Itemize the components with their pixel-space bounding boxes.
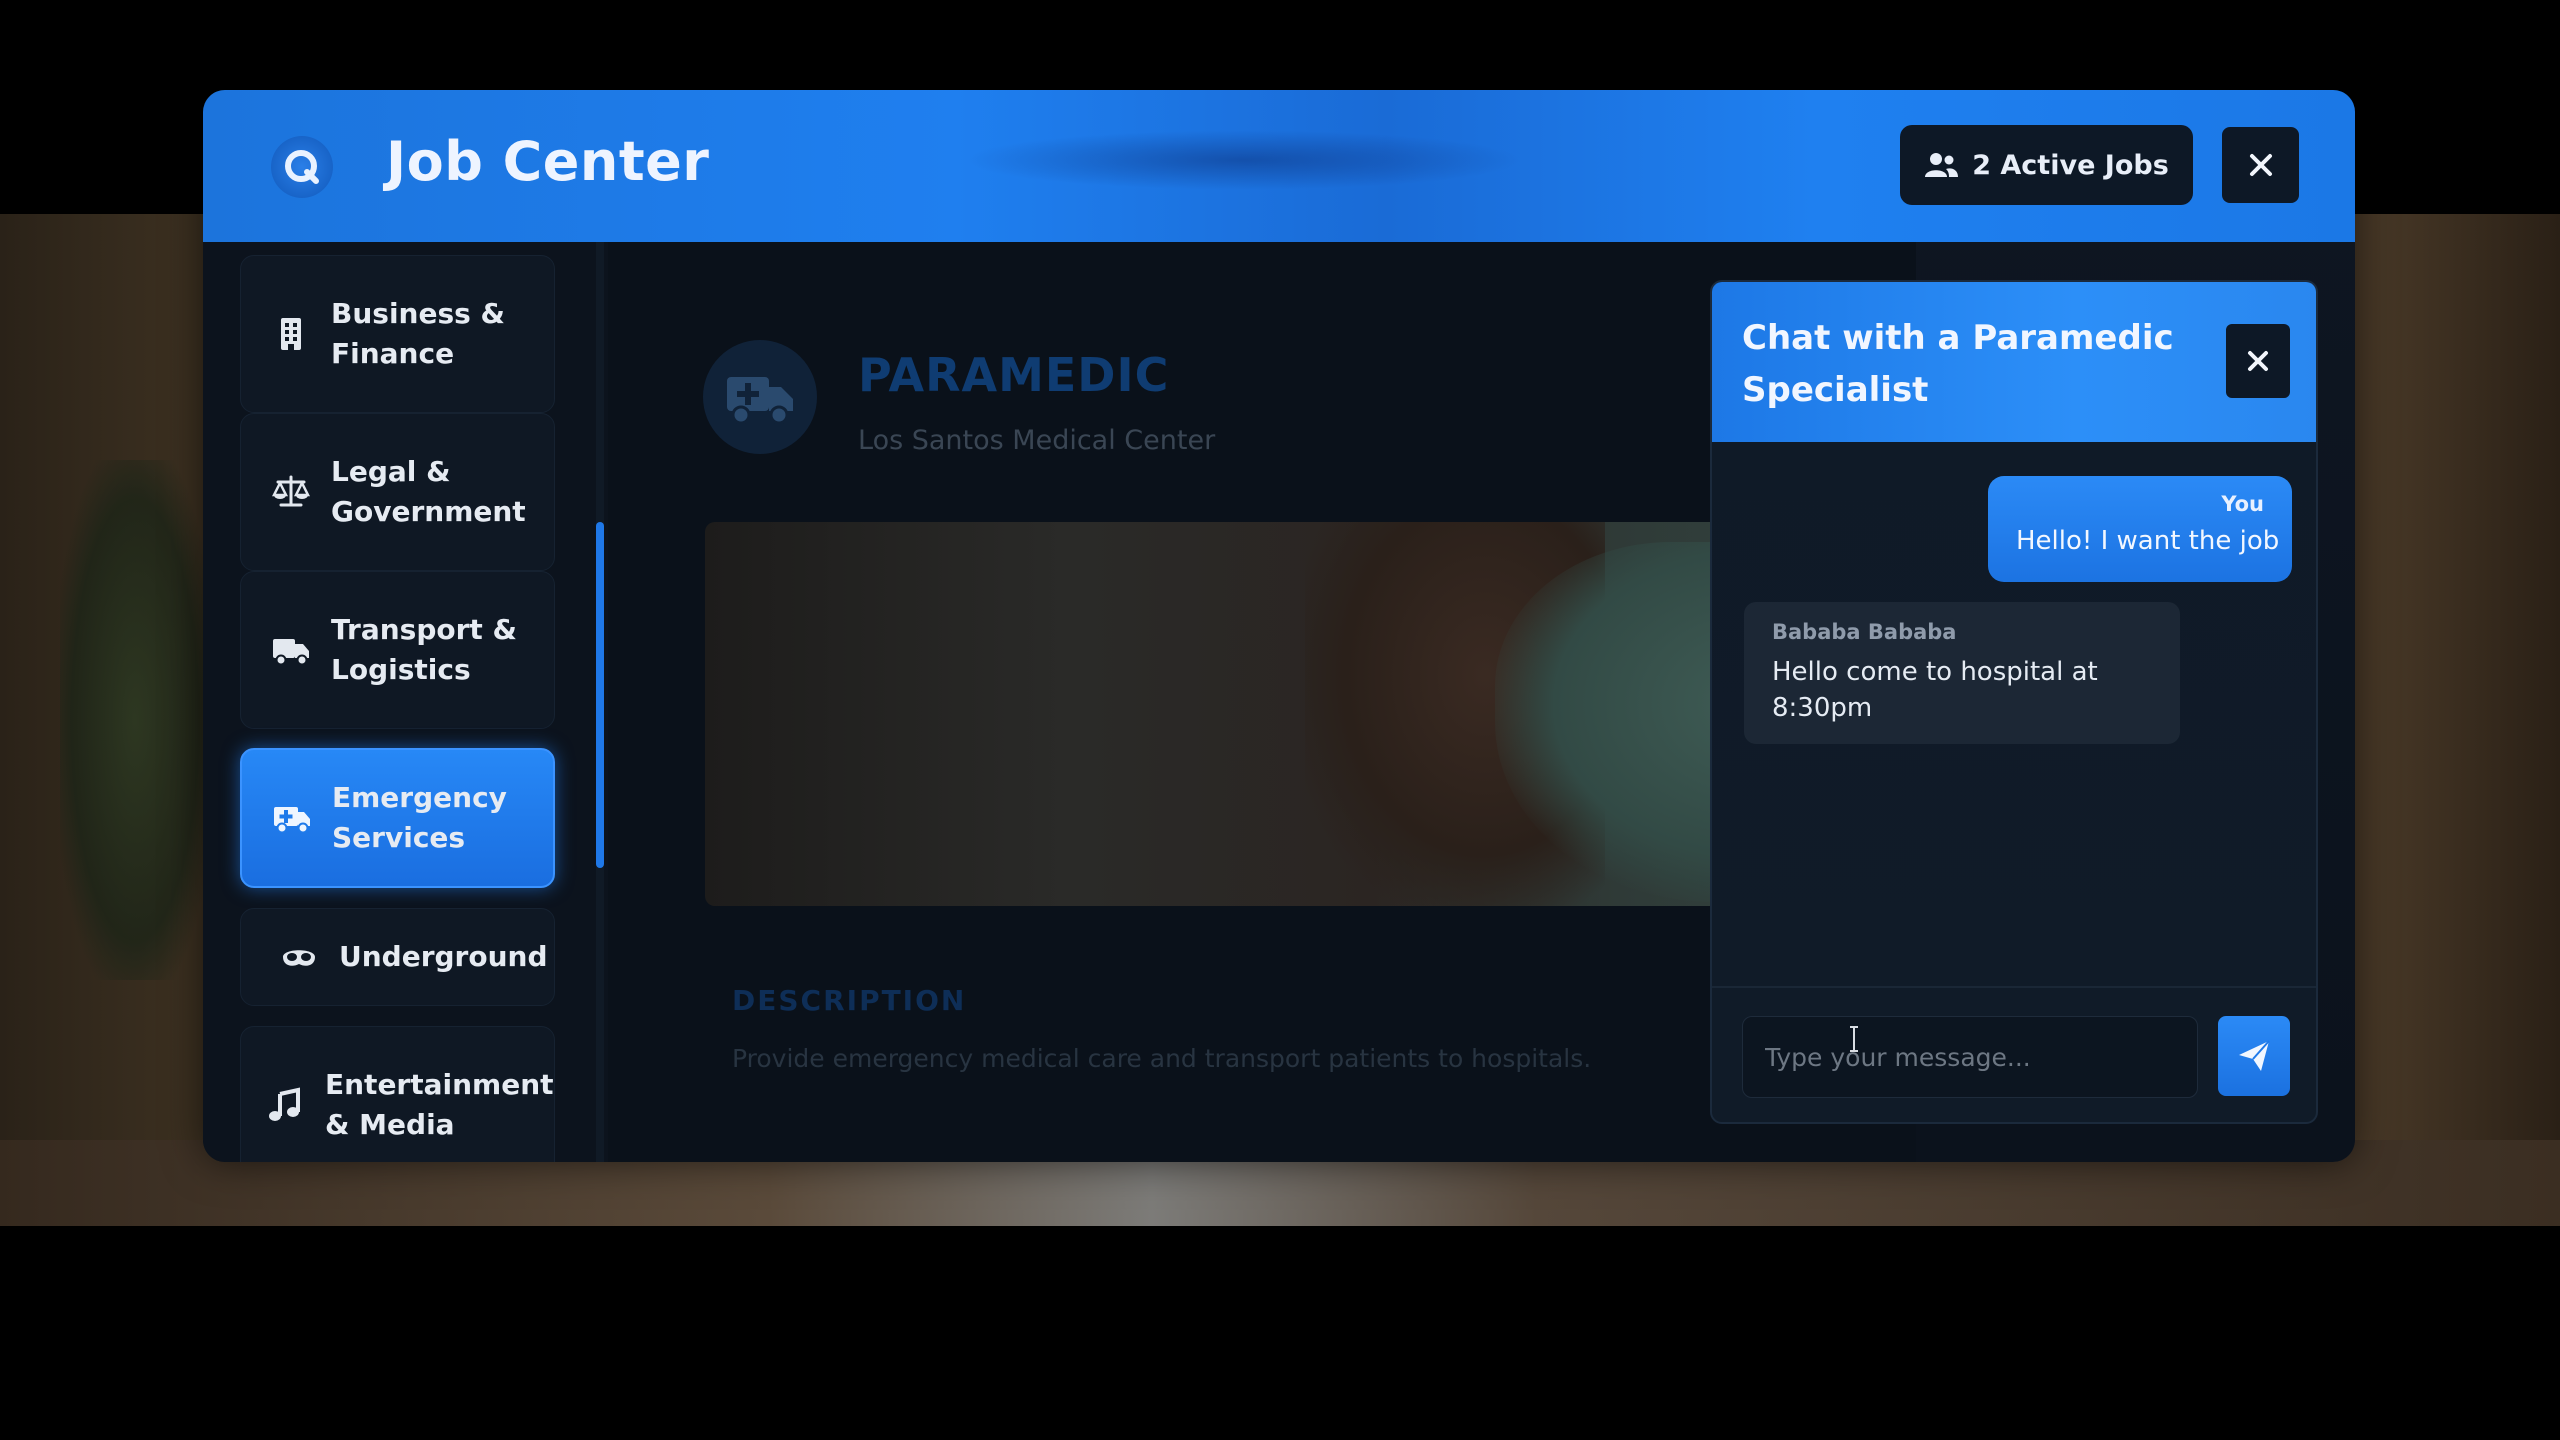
- description-heading: DESCRIPTION: [732, 984, 967, 1017]
- description-text: Provide emergency medical care and trans…: [732, 1044, 1592, 1073]
- close-icon: [2249, 154, 2272, 176]
- text-cursor-icon: [1850, 1026, 1858, 1052]
- sidebar-scroll-thumb[interactable]: [596, 522, 604, 868]
- chat-divider: [1712, 986, 2316, 988]
- sidebar-item-label: Entertainment & Media: [325, 1068, 554, 1141]
- truck-icon: [267, 631, 315, 669]
- active-jobs-button[interactable]: 2 Active Jobs: [1900, 125, 2193, 205]
- ambulance-icon: [268, 799, 316, 837]
- sidebar-item-label: Business & Finance: [331, 297, 505, 370]
- background-plant: [60, 460, 210, 980]
- sidebar-item-label: Emergency Services: [332, 781, 507, 854]
- message-text: Hello! I want the job: [2016, 526, 2280, 556]
- message-outgoing: You Hello! I want the job: [1988, 476, 2292, 582]
- users-icon: [1925, 153, 1959, 177]
- chat-header: Chat with a Paramedic Specialist: [1712, 282, 2316, 442]
- message-sender: You: [2221, 492, 2264, 516]
- send-icon: [2239, 1040, 2270, 1071]
- sidebar-item-transport-logistics[interactable]: Transport & Logistics: [240, 571, 555, 729]
- app-logo-icon: [271, 136, 333, 198]
- sidebar-item-label: Transport & Logistics: [331, 613, 517, 686]
- chat-message-input[interactable]: [1742, 1016, 2198, 1098]
- window-header: Job Center 2 Active Jobs: [203, 90, 2355, 242]
- sidebar-item-business-finance[interactable]: Business & Finance: [240, 255, 555, 413]
- message-text: Hello come to hospital at 8:30pm: [1772, 657, 2098, 723]
- sidebar-item-label: Legal & Government: [331, 455, 526, 528]
- sidebar-item-emergency-services[interactable]: Emergency Services: [240, 748, 555, 888]
- job-company: Los Santos Medical Center: [858, 425, 1216, 456]
- close-window-button[interactable]: [2222, 127, 2299, 203]
- message-sender: Bababa Bababa: [1772, 620, 1957, 644]
- mask-icon: [275, 938, 323, 976]
- scale-icon: [267, 473, 315, 511]
- send-message-button[interactable]: [2218, 1016, 2290, 1096]
- close-chat-button[interactable]: [2226, 324, 2290, 398]
- close-icon: [2248, 351, 2268, 371]
- active-jobs-label: 2 Active Jobs: [1972, 149, 2169, 181]
- screen: Job Center 2 Active Jobs Business & Fina…: [0, 0, 2560, 1440]
- message-incoming: Bababa Bababa Hello come to hospital at …: [1744, 602, 2180, 744]
- app-title: Job Center: [386, 130, 710, 193]
- job-title: PARAMEDIC: [858, 348, 1170, 402]
- job-ambulance-icon: [703, 340, 817, 454]
- music-icon: [261, 1086, 309, 1124]
- sidebar-item-entertainment-media[interactable]: Entertainment & Media: [240, 1026, 555, 1162]
- chat-title: Chat with a Paramedic Specialist: [1742, 318, 2174, 410]
- sidebar-item-legal-government[interactable]: Legal & Government: [240, 413, 555, 571]
- chat-panel: Chat with a Paramedic Specialist You Hel…: [1710, 280, 2318, 1124]
- sidebar-item-label: Underground: [339, 940, 548, 973]
- sidebar-item-underground[interactable]: Underground: [240, 908, 555, 1006]
- building-icon: [267, 315, 315, 353]
